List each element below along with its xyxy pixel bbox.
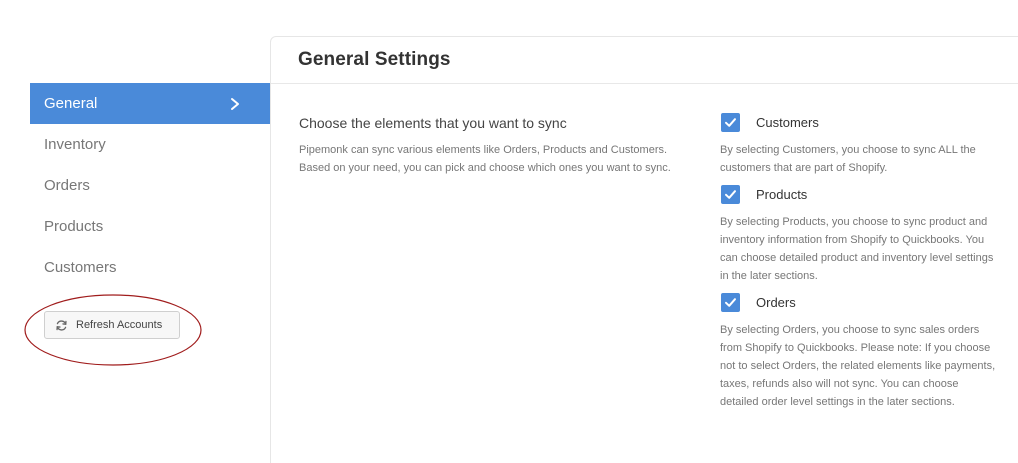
refresh-icon — [56, 319, 67, 331]
refresh-accounts-label: Refresh Accounts — [76, 319, 163, 331]
products-label: Products — [756, 186, 808, 202]
panel-header: General Settings — [271, 37, 1018, 84]
sidebar-item-label: Orders — [44, 177, 90, 194]
option-row: Orders — [720, 291, 1000, 313]
refresh-accounts-button[interactable]: Refresh Accounts — [44, 311, 180, 339]
app-page: General Inventory Orders Products Custom… — [0, 0, 1018, 463]
option-products: Products By selecting Products, you choo… — [720, 183, 1000, 285]
orders-checkbox[interactable] — [721, 292, 740, 312]
section-description: Pipemonk can sync various elements like … — [299, 144, 671, 174]
sync-options: Customers By selecting Customers, you ch… — [720, 111, 1000, 417]
checkmark-icon — [725, 189, 736, 199]
customers-checkbox[interactable] — [721, 112, 740, 132]
option-orders: Orders By selecting Orders, you choose t… — [720, 291, 1000, 411]
sidebar-item-label: Inventory — [44, 136, 106, 153]
sidebar-item-products[interactable]: Products — [30, 206, 270, 247]
page-title: General Settings — [298, 49, 451, 70]
sidebar-item-customers[interactable]: Customers — [30, 247, 270, 288]
option-row: Customers — [720, 111, 1000, 133]
option-customers: Customers By selecting Customers, you ch… — [720, 111, 1000, 177]
sidebar-item-orders[interactable]: Orders — [30, 165, 270, 206]
general-settings-panel: General Settings Choose the elements tha… — [270, 36, 1018, 463]
orders-description: By selecting Orders, you choose to sync … — [720, 324, 996, 408]
sidebar-item-inventory[interactable]: Inventory — [30, 124, 270, 165]
section-heading: Choose the elements that you want to syn… — [299, 115, 567, 131]
sidebar-item-label: Customers — [44, 259, 117, 276]
refresh-accounts-wrapper: Refresh Accounts — [44, 311, 180, 339]
checkmark-icon — [725, 297, 736, 307]
option-row: Products — [720, 183, 1000, 205]
checkmark-icon — [725, 117, 736, 127]
sidebar-item-label: Products — [44, 218, 104, 235]
sidebar-nav: General Inventory Orders Products Custom… — [30, 83, 270, 288]
sidebar-item-label: General — [44, 95, 98, 112]
sidebar-item-general[interactable]: General — [30, 83, 270, 124]
products-checkbox[interactable] — [721, 184, 740, 204]
products-description: By selecting Products, you choose to syn… — [720, 216, 994, 282]
sync-intro: Choose the elements that you want to syn… — [299, 115, 699, 177]
customers-description: By selecting Customers, you choose to sy… — [720, 144, 976, 174]
chevron-right-icon — [231, 97, 239, 110]
customers-label: Customers — [756, 114, 819, 130]
orders-label: Orders — [756, 294, 796, 310]
